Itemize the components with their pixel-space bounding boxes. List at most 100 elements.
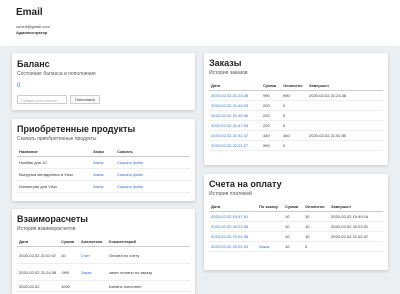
invoices-table: Дата По заказу Сумма Оплачено Завершен 2… — [209, 202, 383, 252]
invoice-sum: 10 — [283, 231, 303, 242]
email-title: Email — [16, 7, 43, 18]
order-date-link[interactable]: 2020-02-02 21:24:38 — [209, 90, 261, 101]
invoice-done: 2020-02-02 19:49:16 — [329, 211, 383, 222]
settlement-comment: зачет оплаты по заказу — [107, 263, 190, 281]
order-date-link[interactable]: 2020-02-02 21:51:47 — [209, 130, 261, 141]
order-paid: 440 — [281, 130, 307, 141]
col-sum: Сумма — [283, 202, 303, 212]
email-card: Email ceninit@gmail.com Администратор — [0, 0, 400, 46]
invoice-done: 2020-02-02 20:23:31 — [329, 221, 383, 232]
table-row: Выгрузка метаданных в Visio Заказ Скачат… — [17, 168, 190, 181]
settlements-card: Взаиморасчеты История взаиморасчетов Дат… — [12, 209, 195, 294]
order-date-link[interactable]: 2020-02-02 22:01:27 — [209, 140, 261, 151]
products-title: Приобретенные продукты — [17, 124, 136, 134]
download-link[interactable]: Скачать файл — [115, 156, 190, 169]
invoice-date-link[interactable]: 2020-02-02 22:01:20 — [209, 241, 257, 252]
settlement-analytics-link[interactable]: Заказ — [79, 263, 107, 281]
order-done — [307, 140, 383, 151]
download-link[interactable]: Скачать файл — [115, 168, 190, 181]
invoice-date-link[interactable]: 2020-02-02 19:47:51 — [209, 211, 257, 222]
table-row: 2020-02-02 21:45:36 220 0 — [209, 110, 383, 121]
invoice-date-link[interactable]: 2020-02-02 20:22:36 — [209, 221, 257, 232]
settlement-sum: 1000 — [59, 280, 79, 292]
col-sum: Сумма — [261, 81, 281, 91]
col-name: Название — [17, 147, 91, 157]
order-link[interactable]: Заказ — [91, 180, 115, 193]
col-paid: Оплачено — [303, 202, 329, 212]
user-role: Администратор — [16, 30, 48, 35]
col-order: Заказ — [91, 147, 115, 157]
invoice-order-link[interactable]: Заказ — [257, 241, 283, 252]
col-date: Дата — [17, 237, 59, 247]
settlement-analytics-link[interactable] — [79, 280, 107, 292]
invoices-card: Счета на оплату История платежей Дата По… — [204, 174, 388, 270]
products-subtitle: Скачать приобретенные продукты — [17, 136, 97, 142]
invoice-paid: 0 — [303, 241, 329, 252]
invoice-order-link[interactable] — [257, 221, 283, 232]
col-done: Завершен — [329, 202, 383, 212]
invoice-done — [329, 241, 383, 252]
orders-card: Заказы История заказов Дата Сумма Оплаче… — [204, 53, 388, 165]
table-row: 2020-02-02 20:22:36 10 10 2020-02-02 20:… — [209, 221, 383, 232]
order-paid: 0 — [281, 140, 307, 151]
order-done — [307, 110, 383, 121]
settlements-title: Взаиморасчеты — [17, 214, 88, 224]
settlement-date: 2020-02-02 21:24:38 — [17, 263, 59, 281]
settlement-comment: Баланс пополнен — [107, 280, 190, 292]
settlement-comment: Оплата по счету — [107, 246, 190, 264]
order-done: 2020-02-02 21:51:50 — [307, 130, 383, 141]
order-done: 2020-02-02 21:24:38 — [307, 90, 383, 101]
order-done — [307, 100, 383, 111]
order-sum: 990 — [261, 140, 281, 151]
table-row: 2020-02-02 19:47:51 10 10 2020-02-02 19:… — [209, 211, 383, 222]
settlements-subtitle: История взаиморасчетов — [17, 226, 76, 232]
col-paid: Оплачено — [281, 81, 307, 91]
order-sum: 220 — [261, 100, 281, 111]
topup-button[interactable]: Пополнить — [70, 95, 101, 105]
order-link[interactable]: Заказ — [91, 168, 115, 181]
topup-amount-input[interactable]: Сумма пополнения — [17, 95, 67, 105]
order-done — [307, 120, 383, 131]
order-paid: 0 — [281, 100, 307, 111]
invoice-paid: 10 — [303, 221, 329, 232]
invoice-paid: 10 — [303, 211, 329, 222]
invoice-sum: 10 — [283, 241, 303, 252]
order-date-link[interactable]: 2020-02-02 21:45:36 — [209, 110, 261, 121]
col-order: По заказу — [257, 202, 283, 212]
settlement-sum: 10 — [59, 246, 79, 264]
settlement-date: 2020-02-02 — [17, 280, 59, 292]
col-date: Дата — [209, 202, 257, 212]
table-row: 2020-02-02 21:51:47 440 440 2020-02-02 2… — [209, 130, 383, 141]
orders-subtitle: История заказов — [209, 70, 248, 76]
invoice-order-link[interactable] — [257, 211, 283, 222]
invoice-date-link[interactable]: 2020-02-02 21:01:38 — [209, 231, 257, 242]
table-row: Ньюбак для 1С Заказ Скачать файл — [17, 156, 190, 169]
col-done: Завершен — [307, 81, 383, 91]
order-link[interactable]: Заказ — [91, 156, 115, 169]
settlements-table: Дата Сумма Аналитика Комментарий 2020-02… — [17, 237, 190, 292]
table-row: 2020-02-02 21:01:38 10 10 2020-02-02 21:… — [209, 231, 383, 242]
products-card: Приобретенные продукты Скачать приобрете… — [12, 119, 195, 201]
col-sum: Сумма — [59, 237, 79, 247]
topup-row: Сумма пополнения Пополнить — [17, 91, 190, 109]
order-date-link[interactable]: 2020-02-02 21:47:03 — [209, 120, 261, 131]
order-sum: 440 — [261, 130, 281, 141]
invoice-order-link[interactable] — [257, 231, 283, 242]
table-row: Изометрия для Visio Заказ Скачать файл — [17, 180, 190, 193]
table-row: 2020-02-02 22:01:27 990 0 — [209, 140, 383, 151]
table-row: 2020-02-02 22:01:20 Заказ 10 0 — [209, 241, 383, 252]
table-row: 2020-02-02 21:47:03 220 0 — [209, 120, 383, 131]
balance-amount: 0 — [17, 83, 21, 89]
products-table: Название Заказ Скачать Ньюбак для 1С Зак… — [17, 147, 190, 193]
settlement-analytics-link[interactable]: Счет — [79, 246, 107, 264]
download-link[interactable]: Скачать файл — [115, 180, 190, 193]
col-date: Дата — [209, 81, 261, 91]
settlement-sum: -990 — [59, 263, 79, 281]
invoice-done: 2020-02-02 21:02:47 — [329, 231, 383, 242]
order-sum: 220 — [261, 110, 281, 121]
table-row: 2020-02-02 21:24:38 990 990 2020-02-02 2… — [209, 90, 383, 101]
order-date-link[interactable]: 2020-02-02 21:45:03 — [209, 100, 261, 111]
product-name: Ньюбак для 1С — [17, 156, 91, 169]
user-email: ceninit@gmail.com — [16, 24, 50, 29]
order-sum: 220 — [261, 120, 281, 131]
